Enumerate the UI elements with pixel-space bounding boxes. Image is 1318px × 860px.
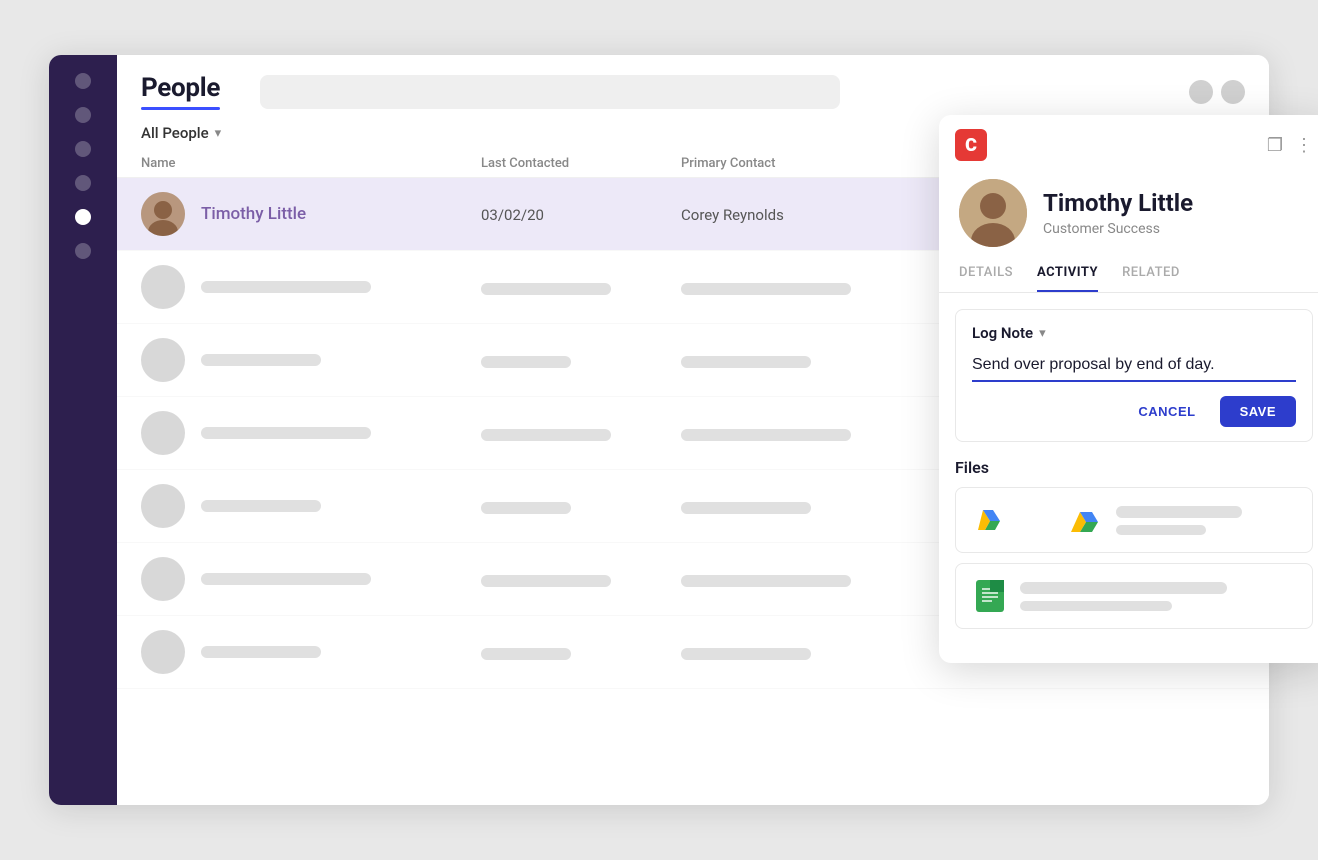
profile-role: Customer Success [1043, 221, 1193, 237]
sidebar-item-2[interactable] [75, 107, 91, 123]
avatar-placeholder [141, 411, 185, 455]
page-title-wrapper: People [141, 73, 220, 110]
file-bar-2 [1116, 525, 1206, 535]
drive-icon-wrapper [1068, 502, 1104, 538]
sheets-icon-wrapper [972, 578, 1008, 614]
avatar-placeholder [141, 484, 185, 528]
row-name-cell [141, 557, 481, 601]
contact-placeholder [681, 644, 941, 660]
col-header-name: Name [141, 156, 481, 171]
date-placeholder [481, 571, 681, 587]
panel-icons: ❐ ⋮ [1267, 135, 1313, 156]
sidebar-item-5[interactable] [75, 209, 91, 225]
sidebar [49, 55, 117, 805]
tab-activity[interactable]: ACTIVITY [1037, 265, 1098, 292]
tab-details[interactable]: DETAILS [959, 265, 1013, 292]
person-name-timothy: Timothy Little [201, 204, 306, 224]
row-name-cell [141, 338, 481, 382]
panel-top-bar: C ❐ ⋮ [939, 115, 1318, 175]
contact-placeholder [681, 279, 941, 295]
profile-name: Timothy Little [1043, 189, 1193, 218]
avatar-timothy [141, 192, 185, 236]
log-note-dropdown-icon[interactable]: ▾ [1039, 326, 1046, 341]
date-placeholder [481, 352, 681, 368]
name-placeholder [201, 427, 371, 439]
page-title: People [141, 73, 220, 103]
logo-letter: C [965, 135, 977, 156]
sidebar-item-4[interactable] [75, 175, 91, 191]
app-container: People All People ▾ Name Last Contacted … [49, 55, 1269, 805]
file-bar-4 [1020, 601, 1172, 611]
note-input[interactable] [972, 356, 1296, 382]
save-button[interactable]: SAVE [1220, 396, 1296, 427]
avatar-placeholder [141, 265, 185, 309]
date-placeholder [481, 498, 681, 514]
profile-avatar [959, 179, 1027, 247]
file-bar-1 [1116, 506, 1242, 518]
external-link-icon[interactable]: ❐ [1267, 135, 1283, 156]
files-label: Files [955, 458, 1313, 477]
date-placeholder [481, 279, 681, 295]
date-placeholder [481, 425, 681, 441]
name-placeholder [201, 573, 371, 585]
date-placeholder [481, 644, 681, 660]
sidebar-item-6[interactable] [75, 243, 91, 259]
cancel-button[interactable]: CANCEL [1126, 396, 1207, 427]
avatar-placeholder [141, 557, 185, 601]
log-note-label: Log Note [972, 324, 1033, 342]
panel-tabs: DETAILS ACTIVITY RELATED [939, 265, 1318, 293]
dropdown-arrow-icon[interactable]: ▾ [215, 126, 222, 141]
main-header: People [117, 55, 1269, 110]
files-section: Files [955, 458, 1313, 629]
name-placeholder [201, 281, 371, 293]
search-bar[interactable] [260, 75, 840, 109]
file-bar-3 [1020, 582, 1227, 594]
google-drive-icon [972, 502, 1008, 538]
more-options-icon[interactable]: ⋮ [1295, 135, 1313, 156]
profile-info: Timothy Little Customer Success [1043, 189, 1193, 237]
row-name-cell [141, 411, 481, 455]
file-placeholder-bars-2 [1020, 582, 1296, 611]
log-note-row: Log Note ▾ [972, 324, 1296, 342]
avatar-placeholder [141, 630, 185, 674]
contact-placeholder [681, 352, 941, 368]
file-item-sheets[interactable] [955, 563, 1313, 629]
date-text: 03/02/20 [481, 206, 544, 224]
action-buttons: CANCEL SAVE [972, 396, 1296, 427]
tab-related[interactable]: RELATED [1122, 265, 1180, 292]
contact-placeholder [681, 425, 941, 441]
name-placeholder [201, 354, 321, 366]
header-icons [1189, 80, 1245, 104]
activity-area: Log Note ▾ CANCEL SAVE [955, 309, 1313, 442]
panel-profile: Timothy Little Customer Success [939, 175, 1318, 265]
header-icon-2[interactable] [1221, 80, 1245, 104]
sidebar-item-3[interactable] [75, 141, 91, 157]
all-people-label[interactable]: All People [141, 124, 209, 142]
contact-placeholder [681, 498, 941, 514]
contact-placeholder [681, 571, 941, 587]
google-drive-icon-2 [1020, 502, 1056, 538]
date-cell: 03/02/20 [481, 205, 681, 224]
file-placeholder-bars [1116, 506, 1296, 535]
name-placeholder [201, 646, 321, 658]
row-name-cell: Timothy Little [141, 192, 481, 236]
file-item-drive[interactable] [955, 487, 1313, 553]
sidebar-item-1[interactable] [75, 73, 91, 89]
row-name-cell [141, 630, 481, 674]
contact-cell: Corey Reynolds [681, 205, 941, 224]
contact-text: Corey Reynolds [681, 206, 784, 224]
panel-logo: C [955, 129, 987, 161]
row-name-cell [141, 484, 481, 528]
drive-svg [1068, 502, 1104, 538]
header-icon-1[interactable] [1189, 80, 1213, 104]
sheets-svg [972, 578, 1008, 614]
row-name-cell [141, 265, 481, 309]
avatar-placeholder [141, 338, 185, 382]
name-placeholder [201, 500, 321, 512]
detail-panel: C ❐ ⋮ Timothy Little Customer Success [939, 115, 1318, 663]
col-header-primary-contact: Primary Contact [681, 156, 941, 171]
col-header-last-contacted: Last Contacted [481, 156, 681, 171]
